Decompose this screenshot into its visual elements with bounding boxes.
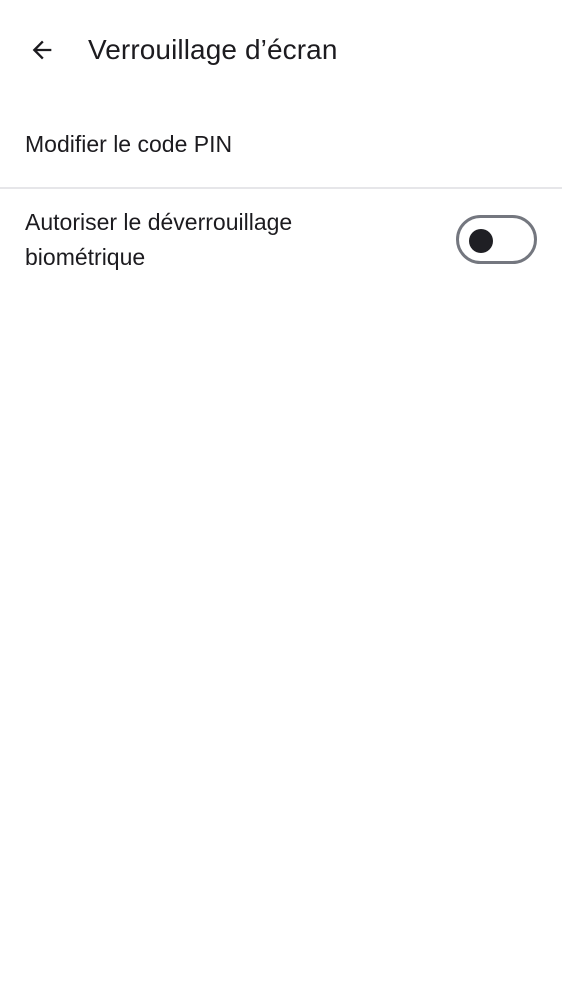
page-title: Verrouillage d’écran: [88, 34, 338, 65]
arrow-back-icon: [28, 36, 56, 64]
top-app-bar: Verrouillage d’écran: [0, 0, 562, 100]
switch-thumb: [469, 229, 493, 253]
biometric-unlock-label: Autoriser le déverrouillage biométrique: [25, 209, 293, 270]
back-button[interactable]: [20, 28, 64, 72]
change-pin-label: Modifier le code PIN: [25, 131, 233, 157]
biometric-unlock-switch[interactable]: [456, 215, 537, 264]
